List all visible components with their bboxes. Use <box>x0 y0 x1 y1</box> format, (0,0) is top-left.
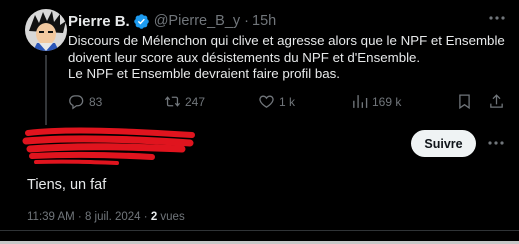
tweet-text-line: doivent leur score aux désistements du N… <box>68 49 421 65</box>
author-avatar[interactable] <box>25 9 67 51</box>
quoted-tweet[interactable]: Pierre B. @Pierre_B_y · 15h Discours de … <box>0 0 519 125</box>
views-icon <box>353 95 368 108</box>
share-button[interactable] <box>488 93 505 110</box>
more-icon[interactable] <box>486 10 508 26</box>
reply-button[interactable]: 83 <box>68 93 102 110</box>
retweet-count: 247 <box>185 94 206 109</box>
reply-meta: 11:39 AM · 8 juil. 2024 · 2 vues <box>27 211 185 223</box>
tweet-text: Discours de Mélenchon qui clive et agres… <box>68 33 508 83</box>
tweet-text-line: Le NPF et Ensemble devraient faire profi… <box>68 66 340 81</box>
like-button[interactable]: 1 k <box>258 93 295 110</box>
reply-count: 83 <box>89 94 103 109</box>
redaction-scribble <box>22 127 195 165</box>
retweet-icon <box>164 96 181 107</box>
bookmark-button[interactable] <box>456 93 473 110</box>
tweet-text-line: Discours de Mélenchon qui clive et agres… <box>68 33 505 48</box>
retweet-button[interactable]: 247 <box>164 93 205 110</box>
avatar-image <box>25 9 67 51</box>
tweet-header: Pierre B. @Pierre_B_y · 15h <box>68 12 276 30</box>
bookmark-icon <box>459 94 470 110</box>
redacted-reply-author <box>22 127 197 167</box>
divider <box>0 230 519 231</box>
follow-button[interactable]: Suivre <box>411 130 476 157</box>
header-separator: · <box>244 13 249 29</box>
reply-icon <box>69 95 84 110</box>
thread-line <box>44 55 47 125</box>
share-icon <box>490 94 503 108</box>
tweet-time[interactable]: 15h <box>252 13 276 29</box>
reply-text: Tiens, un faf <box>27 177 107 193</box>
author-name[interactable]: Pierre B. <box>68 13 130 30</box>
reply-views-label: vues <box>157 211 185 223</box>
author-handle[interactable]: @Pierre_B_y <box>154 13 240 29</box>
views-button[interactable]: 169 k <box>351 93 401 110</box>
verified-badge-icon <box>133 13 149 29</box>
views-count: 169 k <box>372 94 402 109</box>
like-count: 1 k <box>279 94 296 109</box>
heart-icon <box>259 95 274 108</box>
more-icon[interactable] <box>485 136 507 150</box>
reply-timestamp[interactable]: 11:39 AM · 8 juil. 2024 · <box>27 211 151 223</box>
tweet-actions: 83 247 1 k 169 k <box>68 93 508 110</box>
